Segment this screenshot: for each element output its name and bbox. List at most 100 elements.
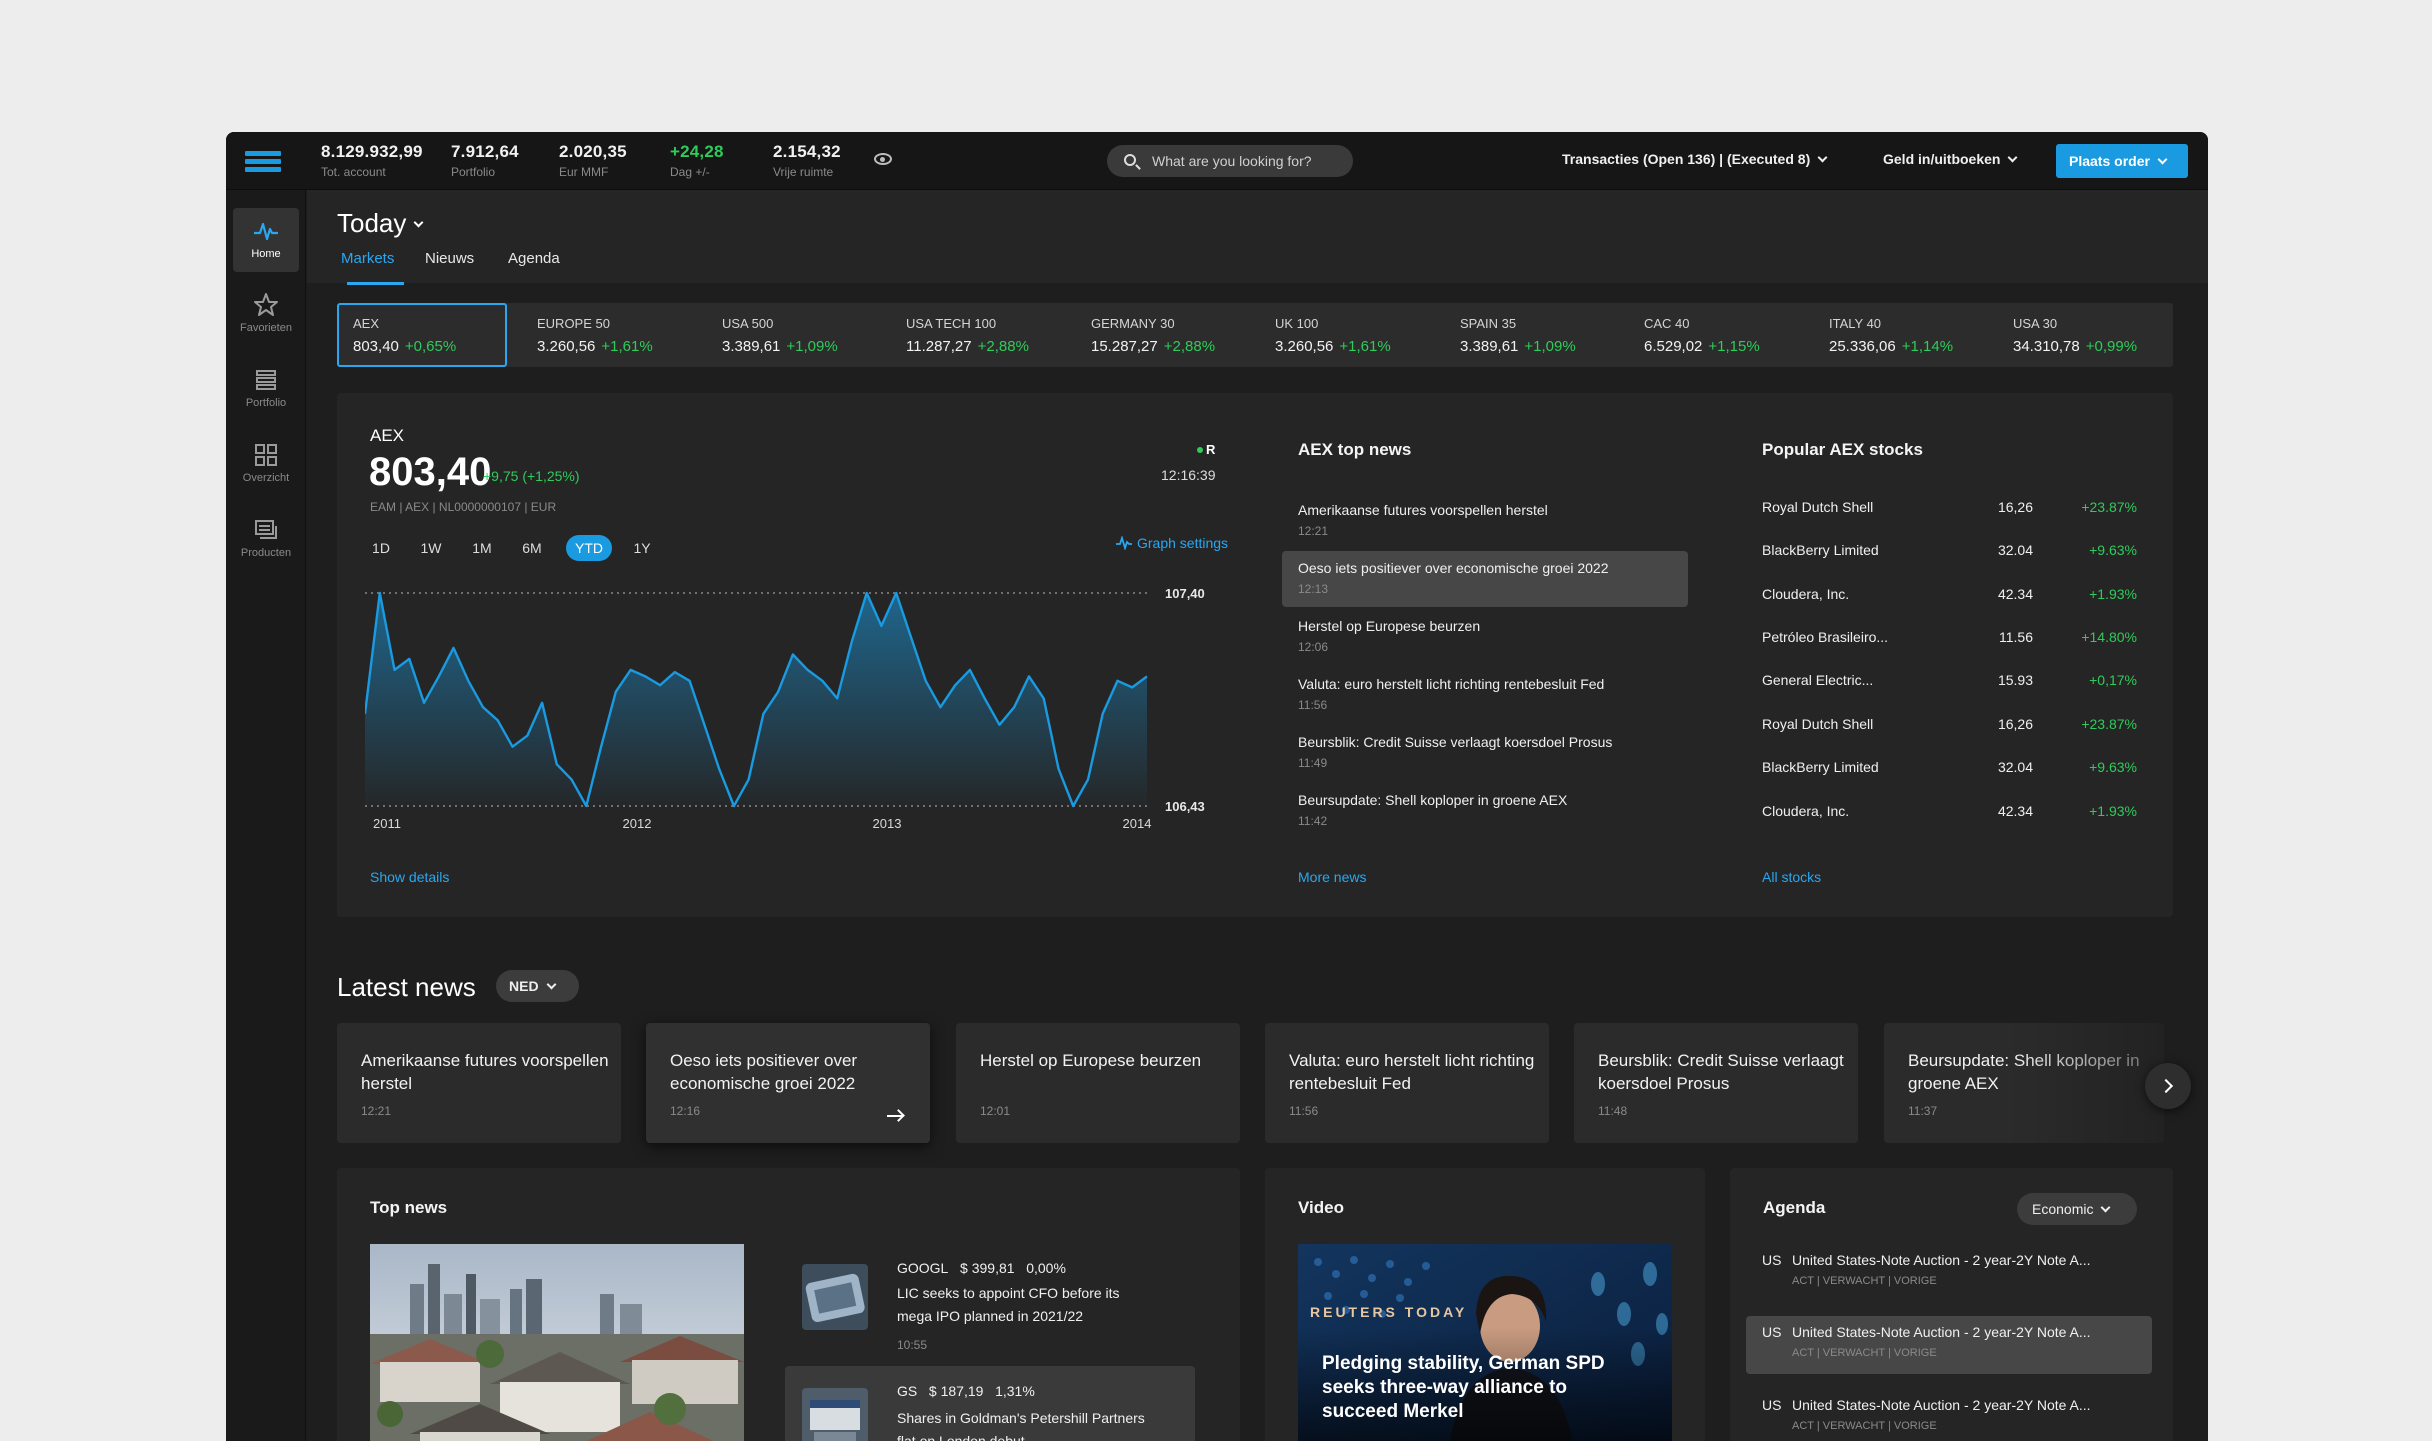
more-news-link[interactable]: More news [1298,869,1366,885]
stock-price: 42.34 [1997,586,2033,602]
video-player[interactable]: REUTERS TODAY Pledging stability, German… [1298,1244,1672,1441]
search-bar[interactable] [1107,145,1353,177]
stock-row[interactable]: BlackBerry Limited 32.04 +9.63% [1762,759,2137,779]
sidebar-item-label: Home [251,248,281,260]
x-tick-label: 2012 [623,816,652,831]
news-card[interactable]: Herstel op Europese beurzen 12:01 [956,1023,1240,1143]
stat-total-account: 8.129.932,99 Tot. account [321,142,423,179]
transactions-dropdown[interactable]: Transacties (Open 136) | (Executed 8) [1562,151,1828,167]
tab-news[interactable]: Nieuws [425,250,474,267]
search-input[interactable] [1152,145,1342,177]
sidebar-item-home[interactable]: Home [233,208,299,272]
news-thumbnail[interactable] [802,1264,868,1330]
news-item[interactable]: Beursupdate: Shell koploper in groene AE… [1282,783,1688,839]
stock-price: 11.56 [1999,629,2033,645]
index-change: +0,65% [404,338,457,355]
index-change: +2,88% [1163,338,1216,355]
news-card[interactable]: Oeso iets positiever over economische gr… [646,1023,930,1143]
stock-row[interactable]: General Electric... 15.93 +0,17% [1762,672,2137,692]
news-card-title: Beursblik: Credit Suisse verlaagt koersd… [1598,1051,1844,1093]
index-card[interactable]: USA 30 34.310,78 +0,99% [1997,303,2182,367]
agenda-filter-dropdown[interactable]: Economic [2017,1193,2137,1225]
price-chart[interactable]: 107,40 106,43 2011 2012 2013 2014 [365,583,1225,833]
index-card-aex[interactable]: AEX 803,40 +0,65% [337,303,507,367]
stat-eur-mmf: 2.020,35 Eur MMF [559,142,627,179]
news-card[interactable]: Amerikaanse futures voorspellen herstel … [337,1023,621,1143]
agenda-row[interactable]: US United States-Note Auction - 2 year-2Y… [1746,1244,2152,1302]
index-card[interactable]: EUROPE 50 3.260,56 +1,61% [521,303,706,367]
graph-settings-link[interactable]: Graph settings [1115,535,1228,551]
index-card[interactable]: UK 100 3.260,56 +1,61% [1259,303,1444,367]
period-6m[interactable]: 6M [519,535,545,561]
chevron-down-icon [546,979,557,990]
stat-label: Vrije ruimte [773,165,834,179]
sidebar-item-favorites[interactable]: Favorieten [233,282,299,346]
top-news-headline[interactable]: Shares in Goldman's Petershill Partners … [897,1407,1157,1441]
index-card[interactable]: USA TECH 100 11.287,27 +2,88% [890,303,1075,367]
stat-value: 8.129.932,99 [321,142,423,161]
menu-icon[interactable] [245,151,281,173]
tab-agenda[interactable]: Agenda [508,250,560,267]
news-item[interactable]: Valuta: euro herstelt licht richting ren… [1282,667,1688,723]
news-card[interactable]: Beursblik: Credit Suisse verlaagt koersd… [1574,1023,1858,1143]
period-1y[interactable]: 1Y [632,535,652,561]
stock-row[interactable]: Cloudera, Inc. 42.34 +1.93% [1762,803,2137,823]
agenda-panel: Agenda Economic US United States-Note Auc… [1730,1168,2173,1441]
period-1w[interactable]: 1W [419,535,443,561]
news-item[interactable]: Oeso iets positiever over economische gr… [1282,551,1688,607]
today-dropdown[interactable]: Today [337,208,424,239]
news-item[interactable]: Herstel op Europese beurzen 12:06 [1282,609,1688,665]
ticker-symbol: GS [897,1383,918,1399]
agenda-columns: ACT | VERWACHT | VORIGE [1792,1420,1937,1432]
sidebar-item-portfolio[interactable]: Portfolio [233,357,299,421]
period-1m[interactable]: 1M [469,535,495,561]
index-card[interactable]: GERMANY 30 15.287,27 +2,88% [1075,303,1260,367]
stock-change: +1.93% [2089,803,2137,819]
agenda-row[interactable]: US United States-Note Auction - 2 year-2Y… [1746,1316,2152,1374]
news-item[interactable]: Beursblik: Credit Suisse verlaagt koersd… [1282,725,1688,781]
agenda-row[interactable]: US United States-Note Auction - 2 year-2Y… [1746,1389,2152,1441]
index-card[interactable]: ITALY 40 25.336,06 +1,14% [1813,303,1998,367]
place-order-button[interactable]: Plaats order [2056,144,2188,178]
index-name: EUROPE 50 [537,316,610,331]
top-news-headline[interactable]: LIC seeks to appoint CFO before its mega… [897,1282,1157,1328]
index-card[interactable]: SPAIN 35 3.389,61 +1,09% [1444,303,1629,367]
sidebar: Home Favorieten Portfolio Overzicht Prod… [226,190,306,1441]
price-area [365,593,1147,806]
index-value: 15.287,27 [1091,338,1158,355]
stock-row[interactable]: Cloudera, Inc. 42.34 +1.93% [1762,586,2137,606]
stock-row[interactable]: Royal Dutch Shell 16,26 +23.87% [1762,716,2137,736]
all-stocks-link[interactable]: All stocks [1762,869,1821,885]
news-card[interactable]: Valuta: euro herstelt licht richting ren… [1265,1023,1549,1143]
index-value: 3.260,56 [537,338,596,355]
eye-icon[interactable] [874,153,892,165]
money-dropdown[interactable]: Geld in/uitboeken [1883,151,2018,167]
index-value: 3.260,56 [1275,338,1334,355]
period-ytd[interactable]: YTD [566,535,612,561]
index-card[interactable]: CAC 40 6.529,02 +1,15% [1628,303,1813,367]
stat-label: Dag +/- [670,165,710,179]
stock-row[interactable]: BlackBerry Limited 32.04 +9.63% [1762,542,2137,562]
news-time: 12:21 [1298,524,1329,538]
sidebar-item-label: Favorieten [240,322,292,334]
news-item[interactable]: Amerikaanse futures voorspellen herstel … [1282,493,1688,549]
app-window: 8.129.932,99 Tot. account 7.912,64 Portf… [226,132,2208,1441]
ticker-price: $ 399,81 [960,1260,1015,1276]
index-name: USA TECH 100 [906,316,997,331]
news-card-time: 11:37 [1908,1104,1938,1118]
language-filter[interactable]: NED [496,970,579,1002]
period-1d[interactable]: 1D [370,535,392,561]
grid-icon [253,442,279,468]
ticker-change: 0,00% [1026,1260,1066,1276]
show-details-link[interactable]: Show details [370,869,449,885]
stack-icon [253,517,279,543]
sidebar-item-products[interactable]: Producten [233,507,299,571]
sidebar-item-overview[interactable]: Overzicht [233,432,299,496]
city-photo[interactable] [370,1244,744,1441]
stock-row[interactable]: Royal Dutch Shell 16,26 +23.87% [1762,499,2137,519]
stock-row[interactable]: Petróleo Brasileiro... 11.56 +14.80% [1762,629,2137,649]
news-thumbnail[interactable] [802,1388,868,1441]
carousel-next-button[interactable] [2145,1063,2191,1109]
tab-markets[interactable]: Markets [341,250,394,267]
index-card[interactable]: USA 500 3.389,61 +1,09% [706,303,891,367]
